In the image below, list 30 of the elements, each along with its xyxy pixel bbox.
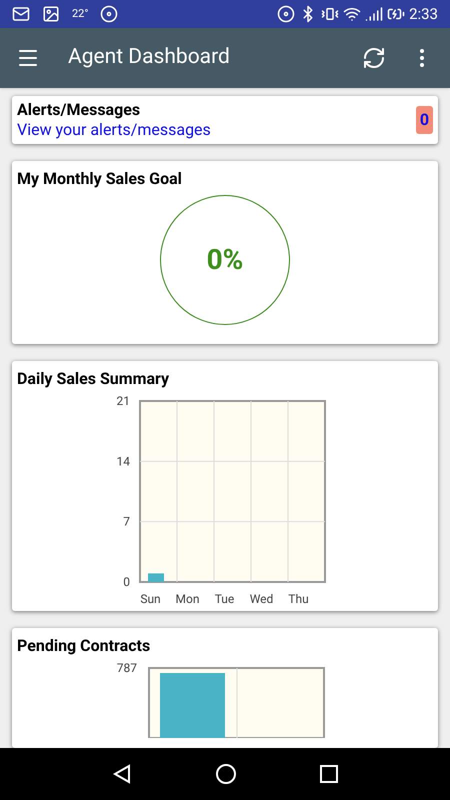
axis-category-label: Sun [140,592,161,605]
home-icon[interactable] [214,763,237,785]
axis-category-label: Tue [214,592,234,605]
alerts-link[interactable]: View your alerts/messages [17,120,416,140]
image-icon [42,5,60,23]
axis-tick-label: 787 [116,661,137,675]
axis-category-label: Wed [250,592,274,605]
vibrate-icon [321,5,340,23]
clock: 2:33 [409,4,438,25]
back-icon[interactable] [112,764,132,784]
axis-category-label: Mon [176,592,200,605]
temperature: 22° [72,6,88,22]
axis-tick-label: 14 [116,454,130,468]
axis-tick-label: 0 [123,575,130,589]
axis-tick-label: 21 [116,394,130,408]
circle-icon [100,5,118,23]
signal-icon [365,5,384,23]
axis-category-label: Thu [288,592,309,605]
card-title: Daily Sales Summary [16,368,170,390]
app-title: Agent Dashboard [68,44,230,72]
axis-tick-label: 7 [123,514,130,529]
goal-percent: 0% [206,242,244,278]
wifi-icon [343,5,362,23]
alert-count: 0 [416,106,433,134]
recent-apps-icon[interactable] [320,765,338,783]
mail-icon [12,5,30,23]
card-title: Alerts/Messages [17,100,142,120]
card-title: Pending Contracts [16,635,152,657]
card-title: My Monthly Sales Goal [17,168,183,190]
refresh-icon[interactable] [362,46,386,70]
